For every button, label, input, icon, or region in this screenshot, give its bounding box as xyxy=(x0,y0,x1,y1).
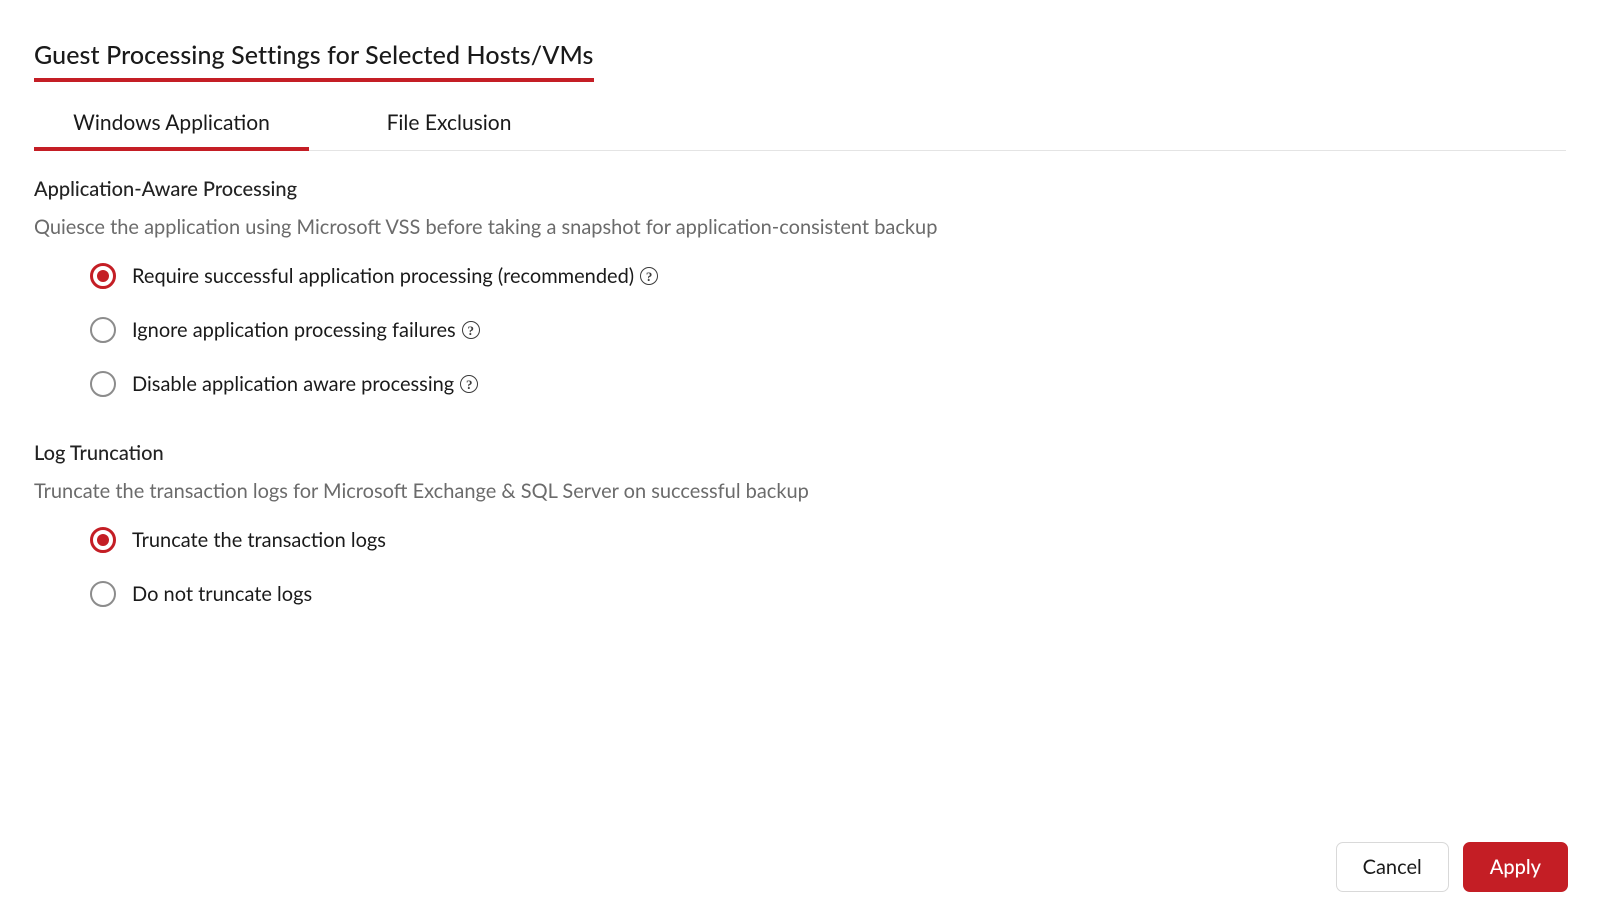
cancel-button[interactable]: Cancel xyxy=(1336,842,1449,892)
section-desc-app-aware: Quiesce the application using Microsoft … xyxy=(34,215,1566,239)
radio-truncate-logs[interactable]: Truncate the transaction logs xyxy=(34,527,1566,553)
radio-group-log-trunc: Truncate the transaction logs Do not tru… xyxy=(34,527,1566,607)
help-icon[interactable]: ? xyxy=(640,267,658,285)
radio-ignore-failures[interactable]: Ignore application processing failures ? xyxy=(34,317,1566,343)
radio-label: Do not truncate logs xyxy=(132,582,312,606)
radio-label-text: Ignore application processing failures xyxy=(132,318,456,342)
radio-group-app-aware: Require successful application processin… xyxy=(34,263,1566,397)
section-log-truncation: Log Truncation Truncate the transaction … xyxy=(34,441,1566,607)
radio-require-successful[interactable]: Require successful application processin… xyxy=(34,263,1566,289)
section-title-log-trunc: Log Truncation xyxy=(34,441,1566,465)
radio-indicator xyxy=(90,263,116,289)
radio-indicator xyxy=(90,581,116,607)
tab-windows-application[interactable]: Windows Application xyxy=(34,110,309,150)
radio-indicator xyxy=(90,527,116,553)
apply-button[interactable]: Apply xyxy=(1463,842,1568,892)
section-app-aware: Application-Aware Processing Quiesce the… xyxy=(34,177,1566,397)
footer-actions: Cancel Apply xyxy=(1336,842,1568,892)
tab-file-exclusion[interactable]: File Exclusion xyxy=(309,110,589,150)
radio-label-text: Truncate the transaction logs xyxy=(132,528,386,552)
radio-label-text: Do not truncate logs xyxy=(132,582,312,606)
tabs: Windows Application File Exclusion xyxy=(34,110,1566,151)
help-icon[interactable]: ? xyxy=(460,375,478,393)
radio-label: Ignore application processing failures ? xyxy=(132,318,480,342)
radio-label: Disable application aware processing ? xyxy=(132,372,478,396)
section-desc-log-trunc: Truncate the transaction logs for Micros… xyxy=(34,479,1566,503)
radio-label: Require successful application processin… xyxy=(132,264,658,288)
radio-indicator xyxy=(90,317,116,343)
radio-do-not-truncate[interactable]: Do not truncate logs xyxy=(34,581,1566,607)
radio-disable-processing[interactable]: Disable application aware processing ? xyxy=(34,371,1566,397)
section-title-app-aware: Application-Aware Processing xyxy=(34,177,1566,201)
page-title: Guest Processing Settings for Selected H… xyxy=(34,40,594,82)
radio-label-text: Disable application aware processing xyxy=(132,372,454,396)
radio-label-text: Require successful application processin… xyxy=(132,264,634,288)
radio-label: Truncate the transaction logs xyxy=(132,528,386,552)
help-icon[interactable]: ? xyxy=(462,321,480,339)
radio-indicator xyxy=(90,371,116,397)
